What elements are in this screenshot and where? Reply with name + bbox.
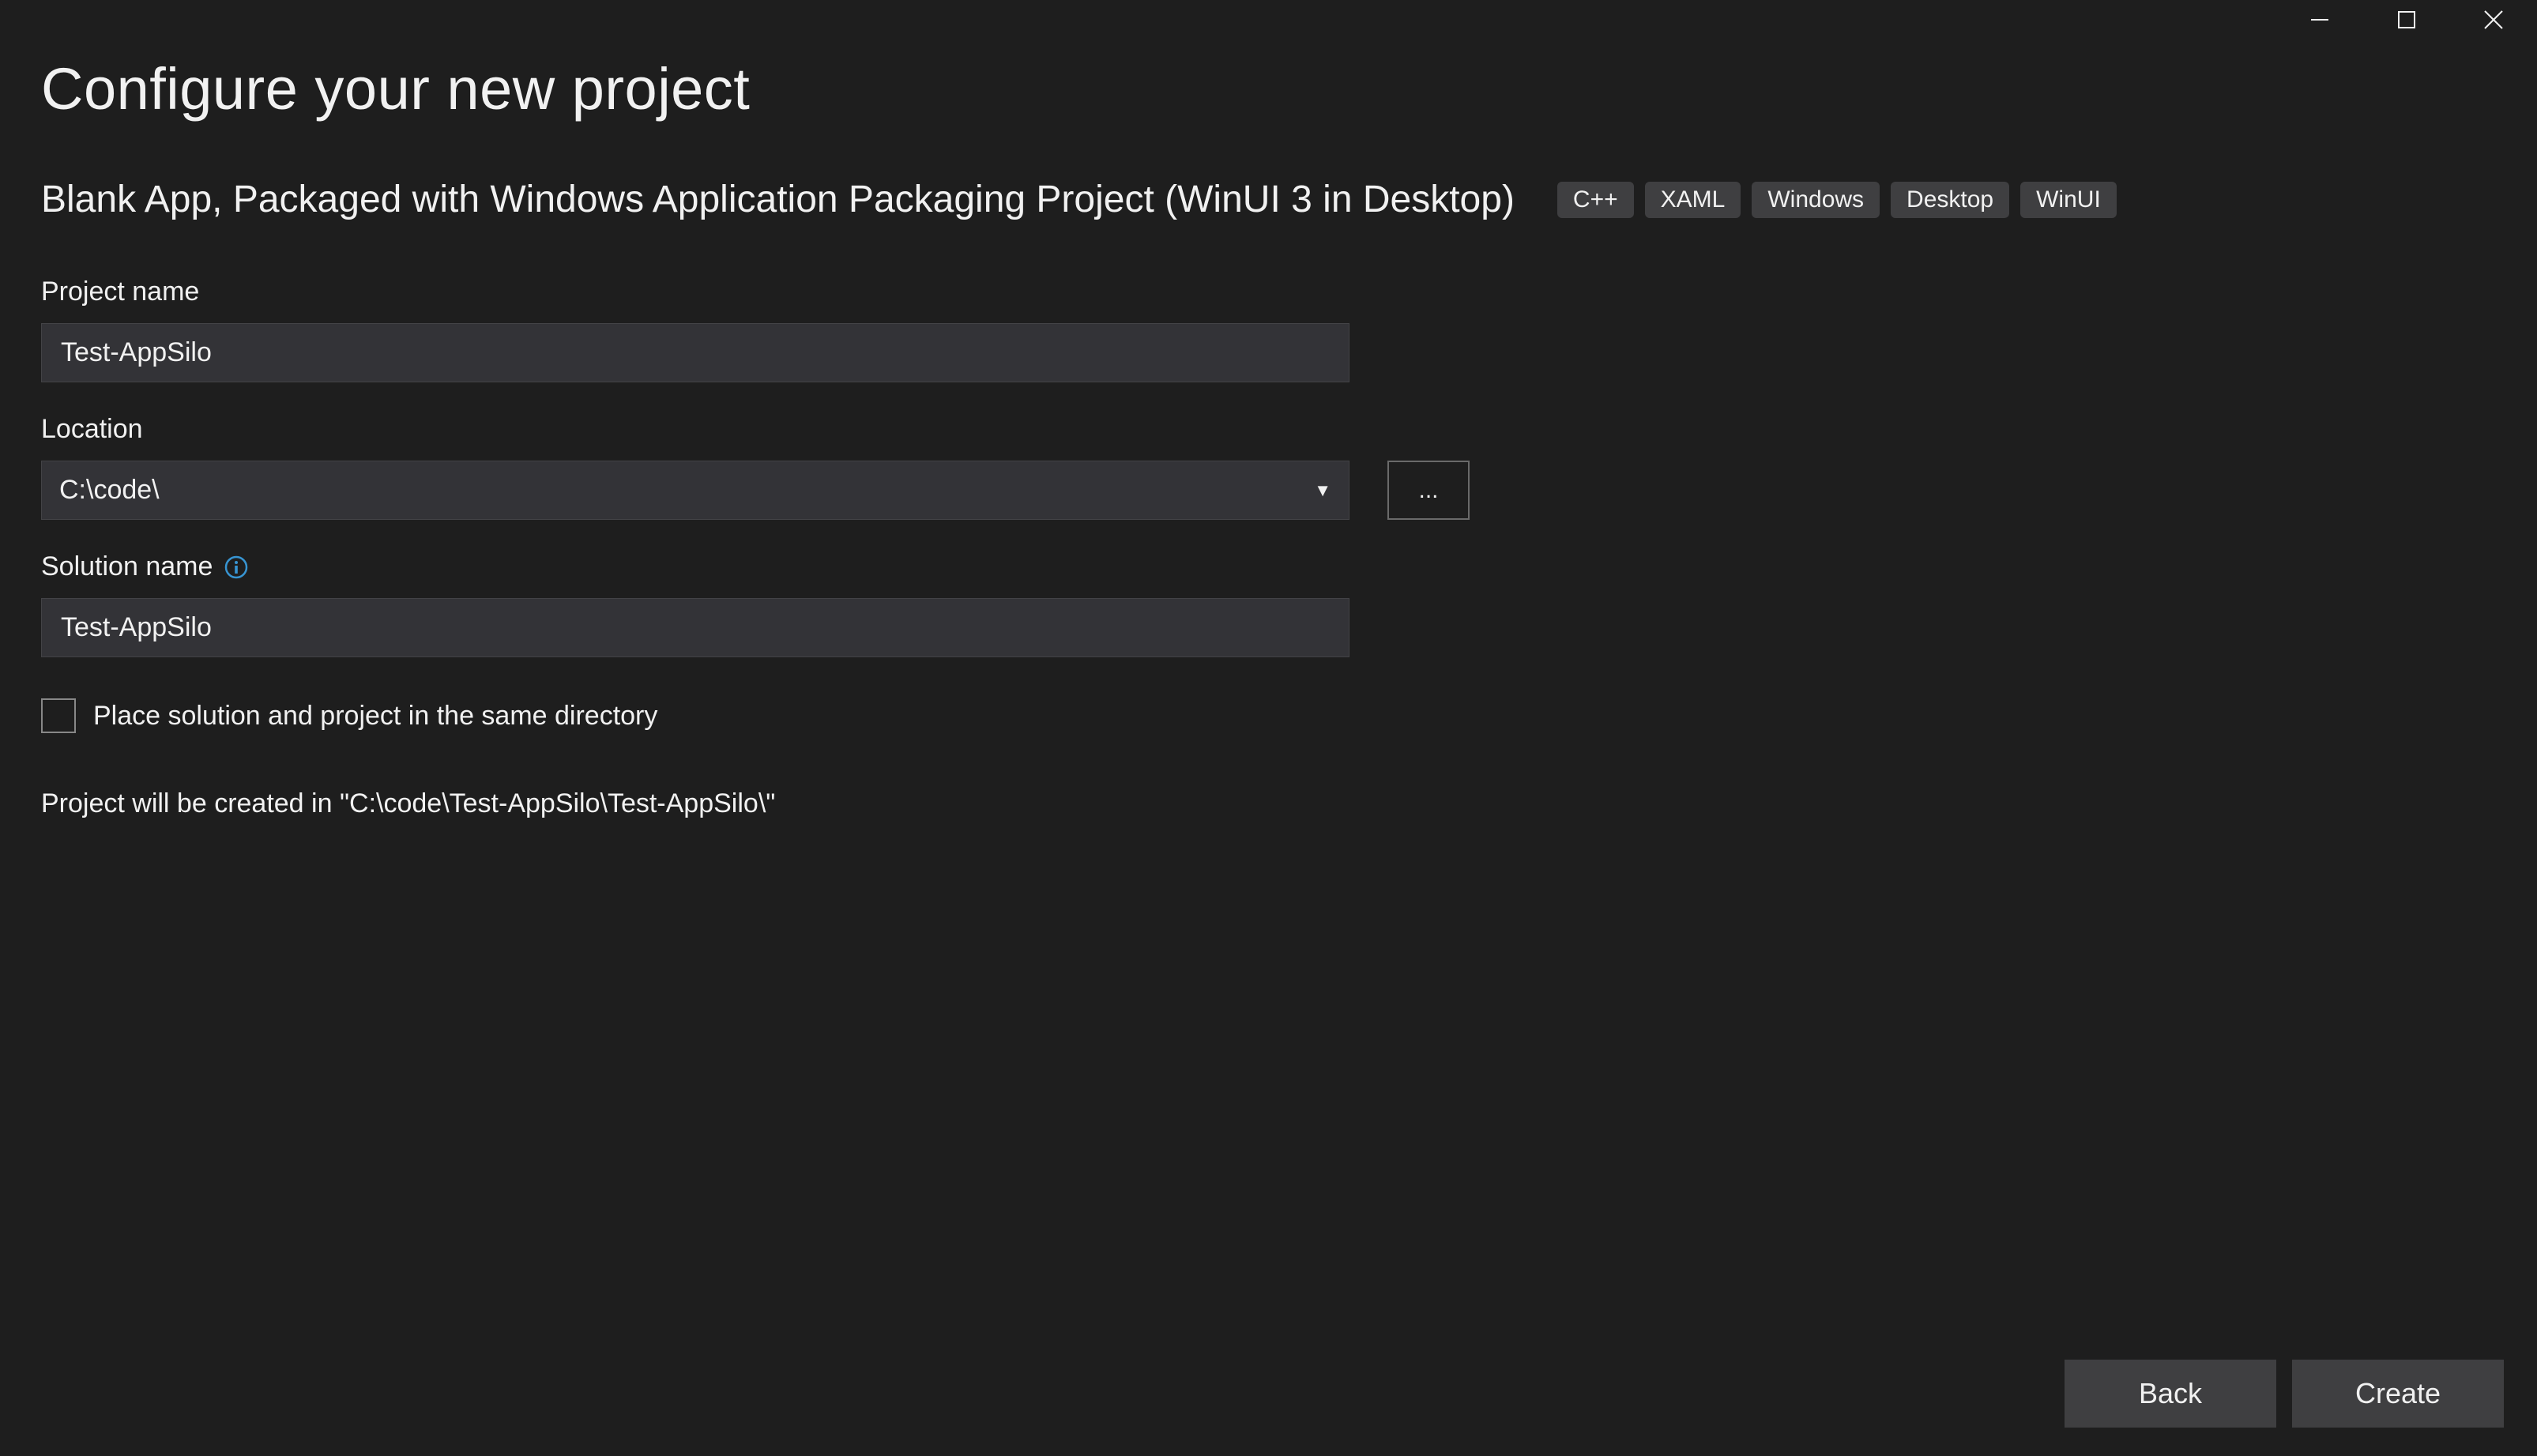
project-name-label: Project name (41, 277, 2496, 307)
minimize-button[interactable] (2276, 0, 2363, 40)
tag-winui: WinUI (2020, 182, 2117, 218)
solution-name-input[interactable] (41, 598, 1349, 657)
page-title: Configure your new project (41, 55, 2496, 122)
same-directory-label: Place solution and project in the same d… (93, 701, 657, 732)
info-icon[interactable] (224, 555, 249, 580)
same-directory-checkbox[interactable] (41, 698, 76, 733)
maximize-icon (2396, 9, 2417, 30)
tag-windows: Windows (1752, 182, 1880, 218)
tag-desktop: Desktop (1891, 182, 2009, 218)
chevron-down-icon: ▼ (1314, 480, 1331, 501)
maximize-button[interactable] (2363, 0, 2450, 40)
same-directory-row: Place solution and project in the same d… (41, 698, 2496, 733)
minimize-icon (2309, 9, 2331, 31)
template-row: Blank App, Packaged with Windows Applica… (41, 178, 2496, 221)
location-combobox[interactable]: C:\code\ ▼ (41, 461, 1349, 520)
project-name-input[interactable] (41, 323, 1349, 382)
back-button[interactable]: Back (2065, 1360, 2276, 1428)
create-button[interactable]: Create (2292, 1360, 2504, 1428)
location-label: Location (41, 414, 2496, 445)
close-button[interactable] (2450, 0, 2537, 40)
location-value: C:\code\ (59, 475, 160, 506)
solution-name-label: Solution name (41, 551, 2496, 582)
tag-xaml: XAML (1645, 182, 1741, 218)
footer-buttons: Back Create (2065, 1360, 2504, 1428)
titlebar (0, 0, 2537, 40)
tag-list: C++ XAML Windows Desktop WinUI (1557, 182, 2117, 218)
browse-button[interactable]: ... (1387, 461, 1470, 520)
location-row: C:\code\ ▼ ... (41, 461, 2496, 520)
close-icon (2482, 8, 2505, 32)
solution-name-label-text: Solution name (41, 551, 213, 582)
creation-path-summary: Project will be created in "C:\code\Test… (41, 788, 2496, 819)
window-root: Configure your new project Blank App, Pa… (0, 0, 2537, 1456)
content-area: Configure your new project Blank App, Pa… (0, 40, 2537, 1456)
template-name: Blank App, Packaged with Windows Applica… (41, 178, 1515, 221)
tag-cpp: C++ (1557, 182, 1634, 218)
